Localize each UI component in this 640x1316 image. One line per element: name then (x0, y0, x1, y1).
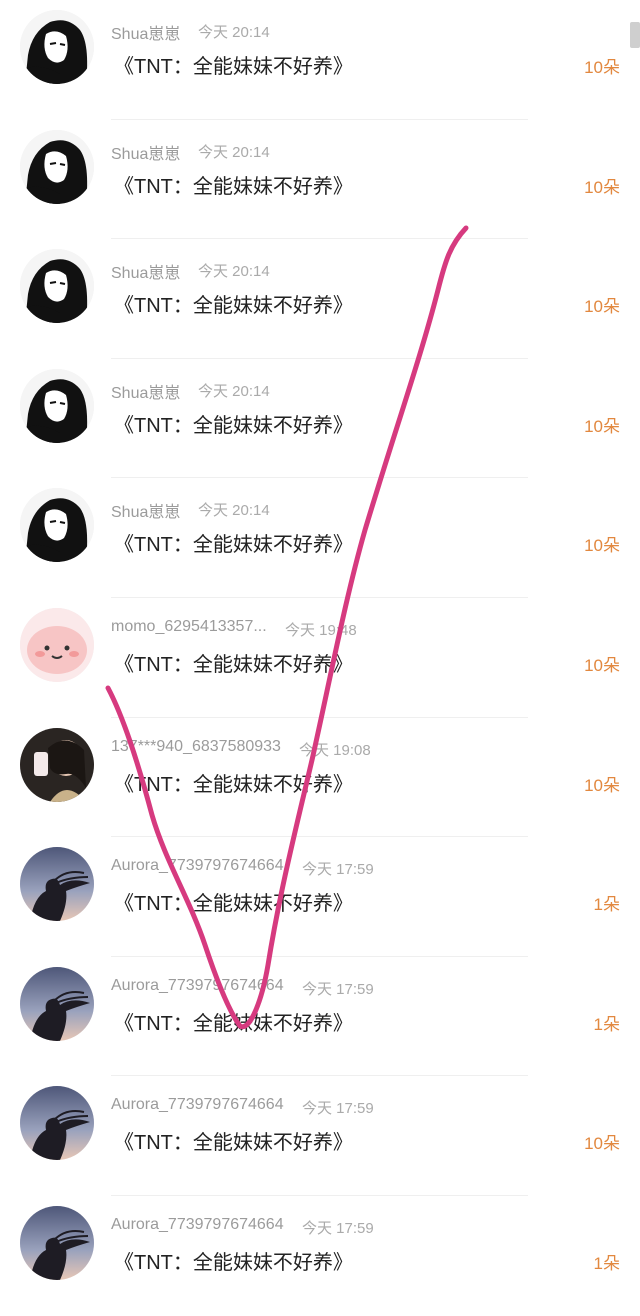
list-item[interactable]: Aurora_7739797674664 今天 17:59 《TNT：全能妹妹不好养… (0, 1195, 640, 1316)
user-name[interactable]: Shua崽崽 (111, 379, 180, 403)
flower-count: 10朵 (584, 775, 620, 795)
item-meta: Aurora_7739797674664 今天 17:59 (111, 1216, 374, 1237)
timestamp: 今天 17:59 (302, 861, 374, 879)
flower-count: 1朵 (593, 895, 620, 915)
book-title[interactable]: 《TNT：全能妹妹不好养》 (114, 768, 353, 797)
item-meta: Aurora_7739797674664 今天 17:59 (111, 977, 374, 998)
user-name[interactable]: momo_6295413357... (111, 618, 267, 636)
list-item[interactable]: Shua崽崽 今天 20:14 《TNT：全能妹妹不好养》 10朵 (0, 119, 640, 240)
book-title[interactable]: 《TNT：全能妹妹不好养》 (114, 1007, 353, 1036)
list-item[interactable]: Aurora_7739797674664 今天 17:59 《TNT：全能妹妹不好养… (0, 1076, 640, 1196)
item-meta: Aurora_7739797674664 今天 17:59 (111, 1096, 374, 1117)
user-name[interactable]: Aurora_7739797674664 (111, 1096, 284, 1114)
avatar[interactable] (20, 966, 94, 1041)
item-meta: Aurora_7739797674664 今天 17:59 (111, 857, 374, 878)
timestamp: 今天 20:14 (198, 382, 270, 400)
timestamp: 今天 20:14 (198, 502, 270, 520)
list-item[interactable]: Shua崽崽 今天 20:14 《TNT：全能妹妹不好养》 10朵 (0, 0, 640, 120)
avatar[interactable] (20, 1205, 94, 1280)
timestamp: 今天 19:08 (299, 741, 371, 759)
book-title[interactable]: 《TNT：全能妹妹不好养》 (114, 289, 353, 318)
avatar[interactable] (20, 488, 94, 563)
item-meta: 137***940_6837580933 今天 19:08 (111, 738, 371, 759)
list-item[interactable]: Shua崽崽 今天 20:14 《TNT：全能妹妹不好养》 10朵 (0, 239, 640, 359)
user-name[interactable]: Aurora_7739797674664 (111, 977, 284, 995)
book-title[interactable]: 《TNT：全能妹妹不好养》 (114, 50, 353, 79)
timestamp: 今天 20:14 (198, 143, 270, 161)
timestamp: 今天 17:59 (302, 1100, 374, 1118)
list-item[interactable]: Shua崽崽 今天 20:14 《TNT：全能妹妹不好养》 10朵 (0, 358, 640, 479)
timestamp: 今天 20:14 (198, 263, 270, 281)
flower-count: 10朵 (584, 536, 620, 556)
list-item[interactable]: 137***940_6837580933 今天 19:08 《TNT：全能妹妹不好养… (0, 717, 640, 838)
gift-record-list[interactable]: Shua崽崽 今天 20:14 《TNT：全能妹妹不好养》 10朵 Shua崽崽 今天 2… (0, 0, 640, 1316)
book-title[interactable]: 《TNT：全能妹妹不好养》 (114, 170, 353, 199)
user-name[interactable]: Shua崽崽 (111, 498, 180, 522)
user-name[interactable]: Aurora_7739797674664 (111, 857, 284, 875)
user-name[interactable]: Shua崽崽 (111, 140, 180, 164)
list-item[interactable]: Aurora_7739797674664 今天 17:59 《TNT：全能妹妹不好养… (0, 837, 640, 957)
timestamp: 今天 17:59 (302, 1219, 374, 1237)
scroll-indicator (630, 22, 640, 48)
avatar[interactable] (20, 727, 94, 802)
flower-count: 10朵 (584, 655, 620, 675)
list-item[interactable]: Aurora_7739797674664 今天 17:59 《TNT：全能妹妹不好养… (0, 956, 640, 1077)
flower-count: 1朵 (593, 1014, 620, 1034)
book-title[interactable]: 《TNT：全能妹妹不好养》 (114, 1246, 353, 1275)
book-title[interactable]: 《TNT：全能妹妹不好养》 (114, 528, 353, 557)
book-title[interactable]: 《TNT：全能妹妹不好养》 (114, 409, 353, 438)
user-name[interactable]: 137***940_6837580933 (111, 738, 281, 756)
avatar[interactable] (20, 847, 94, 922)
user-name[interactable]: Shua崽崽 (111, 20, 180, 44)
flower-count: 10朵 (584, 297, 620, 317)
timestamp: 今天 17:59 (302, 980, 374, 998)
item-meta: Shua崽崽 今天 20:14 (111, 379, 270, 403)
flower-count: 10朵 (584, 1134, 620, 1154)
avatar[interactable] (20, 249, 94, 324)
flower-count: 10朵 (584, 58, 620, 77)
avatar[interactable] (20, 368, 94, 443)
flower-count: 1朵 (593, 1253, 620, 1273)
flower-count: 10朵 (584, 177, 620, 197)
avatar[interactable] (20, 607, 94, 682)
item-meta: Shua崽崽 今天 20:14 (111, 140, 270, 164)
book-title[interactable]: 《TNT：全能妹妹不好养》 (114, 887, 353, 916)
item-meta: Shua崽崽 今天 20:14 (111, 20, 270, 44)
avatar[interactable] (20, 10, 94, 84)
book-title[interactable]: 《TNT：全能妹妹不好养》 (114, 648, 353, 677)
item-meta: momo_6295413357... 今天 19:48 (111, 618, 357, 639)
avatar[interactable] (20, 1086, 94, 1161)
book-title[interactable]: 《TNT：全能妹妹不好养》 (114, 1126, 353, 1155)
flower-count: 10朵 (584, 416, 620, 436)
item-meta: Shua崽崽 今天 20:14 (111, 259, 270, 283)
list-item[interactable]: momo_6295413357... 今天 19:48 《TNT：全能妹妹不好养》 1… (0, 597, 640, 718)
item-meta: Shua崽崽 今天 20:14 (111, 498, 270, 522)
list-item[interactable]: Shua崽崽 今天 20:14 《TNT：全能妹妹不好养》 10朵 (0, 478, 640, 598)
avatar[interactable] (20, 129, 94, 204)
timestamp: 今天 20:14 (198, 24, 270, 41)
user-name[interactable]: Aurora_7739797674664 (111, 1216, 284, 1234)
user-name[interactable]: Shua崽崽 (111, 259, 180, 283)
timestamp: 今天 19:48 (285, 621, 357, 639)
